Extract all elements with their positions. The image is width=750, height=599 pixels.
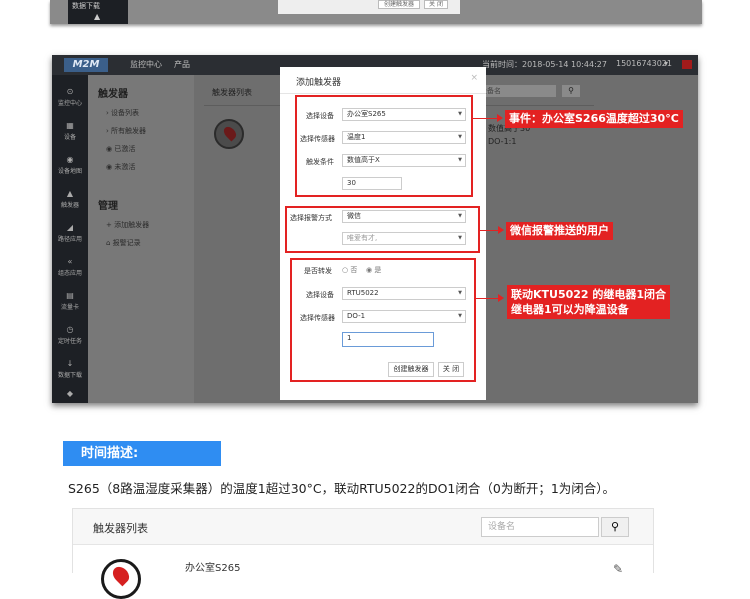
search-input[interactable]: 设备名 — [481, 517, 599, 537]
simcard-icon: ▤ — [66, 291, 74, 300]
subnav-inactive[interactable]: ◉ 未激活 — [106, 162, 135, 172]
chevron-down-icon[interactable]: ▾ — [664, 59, 668, 68]
close-icon[interactable]: × — [470, 73, 478, 83]
nav-monitor[interactable]: 监控中心 — [130, 59, 162, 70]
trigger-list-panel: 触发器列表 设备名 ⚲ 办公室S265 ✎ — [72, 508, 654, 599]
strip-close-button[interactable]: 关 闭 — [424, 0, 448, 9]
sidebar-item-label: 流量卡 — [60, 304, 79, 311]
subnav-activated[interactable]: ◉ 已激活 — [106, 144, 135, 154]
sidebar-item-map[interactable]: ◉ 设备地图 — [52, 155, 88, 175]
sidebar-item-label: 定时任务 — [57, 338, 82, 345]
wechat-annotation: 微信报警推送的用户 — [506, 222, 613, 240]
dialog-title: 添加触发器 — [296, 78, 342, 88]
subnav-heading-trigger: 触发器 — [98, 89, 128, 100]
search-input[interactable]: 设备名 — [476, 85, 556, 97]
map-pin-icon — [101, 559, 141, 599]
clock-icon: ◷ — [66, 325, 74, 334]
route-icon: ◢ — [66, 223, 74, 232]
sidebar-item-label: 设备 — [63, 134, 76, 141]
panel-header: 触发器列表 设备名 ⚲ — [73, 509, 653, 545]
wechat-highlight-box — [285, 206, 480, 253]
sidebar-item-label: 设备地图 — [57, 168, 82, 175]
strip-sidebar: 数据下载 ▲ — [68, 0, 128, 24]
sidebar: ⊙ 监控中心 ▦ 设备 ◉ 设备地图 ▲ 触发器 ◢ 路径应用 « 组态应用 ▤ 流量卡 ◷ 定… — [52, 75, 88, 403]
user-icon: ▲ — [94, 12, 101, 21]
sidebar-item-label: 监控中心 — [57, 100, 82, 107]
device-icon: ▦ — [66, 121, 74, 130]
sidebar-item-label: 数据下载 — [57, 372, 82, 379]
subnav-all-triggers[interactable]: › 所有触发器 — [106, 126, 146, 136]
sub-navigation: 触发器 › 设备列表 › 所有触发器 ◉ 已激活 ◉ 未激活 管理 + 添加触发… — [88, 75, 194, 403]
subnav-heading-manage: 管理 — [98, 201, 118, 212]
link-annotation: 联动KTU5022 的继电器1闭合 继电器1可以为降温设备 — [507, 285, 671, 319]
current-time: 当前时间：2018-05-14 10:44:27 — [482, 60, 607, 69]
section-description: S265（8路温湿度采集器）的温度1超过30°C，联动RTU5022的DO1闭合… — [68, 481, 616, 496]
search-icon[interactable]: ⚲ — [562, 85, 580, 97]
dialog-divider — [280, 93, 486, 94]
sidebar-item-label: 组态应用 — [57, 270, 82, 277]
wechat-connector — [480, 230, 500, 231]
strip-dialog: 创建触发器 关 闭 — [278, 0, 460, 14]
edit-icon[interactable]: ✎ — [613, 562, 623, 576]
panel-title: 触发器列表 — [93, 522, 148, 535]
action-text: DO-1:1 — [488, 137, 517, 146]
arrow-right-icon — [498, 226, 504, 234]
trigger-icon: ▲ — [66, 189, 74, 198]
sidebar-item-trigger[interactable]: ▲ 触发器 — [52, 189, 88, 209]
arrow-right-icon — [498, 294, 504, 302]
sidebar-item-config[interactable]: « 组态应用 — [52, 257, 88, 277]
monitor-icon: ⊙ — [66, 87, 74, 96]
sidebar-item-user[interactable]: ◆ — [52, 389, 88, 400]
sidebar-item-monitor[interactable]: ⊙ 监控中心 — [52, 87, 88, 107]
sidebar-item-download[interactable]: ↓ 数据下载 — [52, 359, 88, 379]
alert-indicator[interactable] — [682, 60, 692, 69]
sidebar-item-device[interactable]: ▦ 设备 — [52, 121, 88, 141]
link-annotation-line2: 继电器1可以为降温设备 — [511, 303, 629, 316]
arrow-right-icon — [497, 114, 503, 122]
previous-screenshot-strip: 数据下载 ▲ 创建触发器 关 闭 — [50, 0, 702, 24]
search-icon[interactable]: ⚲ — [601, 517, 629, 537]
event-highlight-box — [295, 95, 473, 197]
subnav-alarm-log[interactable]: ⌂ 报警记录 — [106, 238, 141, 248]
trigger-row-title: 办公室S265 — [185, 563, 241, 574]
sidebar-item-label: 路径应用 — [57, 236, 82, 243]
link-connector — [476, 298, 500, 299]
user-icon: ◆ — [66, 389, 74, 398]
subnav-add-trigger[interactable]: + 添加触发器 — [106, 220, 149, 230]
config-icon: « — [67, 257, 73, 266]
download-icon: ↓ — [66, 359, 74, 368]
event-annotation: 事件：办公室S266温度超过30°C — [505, 110, 683, 128]
strip-create-button[interactable]: 创建触发器 — [378, 0, 420, 9]
event-connector — [473, 118, 499, 119]
section-title: 时间描述: — [63, 441, 221, 466]
logo: M2M — [64, 58, 108, 72]
sidebar-item-simcard[interactable]: ▤ 流量卡 — [52, 291, 88, 311]
strip-sidebar-label: 数据下载 — [72, 2, 100, 10]
sidebar-item-label: 触发器 — [60, 202, 79, 209]
nav-product[interactable]: 产品 — [174, 59, 190, 70]
map-pin-icon — [214, 119, 244, 149]
sidebar-item-schedule[interactable]: ◷ 定时任务 — [52, 325, 88, 345]
link-highlight-box — [290, 258, 476, 382]
sidebar-item-route[interactable]: ◢ 路径应用 — [52, 223, 88, 243]
link-annotation-line1: 联动KTU5022 的继电器1闭合 — [511, 288, 667, 301]
subnav-device-list[interactable]: › 设备列表 — [106, 108, 139, 118]
list-title: 触发器列表 — [212, 88, 252, 97]
map-pin-icon: ◉ — [66, 155, 74, 164]
